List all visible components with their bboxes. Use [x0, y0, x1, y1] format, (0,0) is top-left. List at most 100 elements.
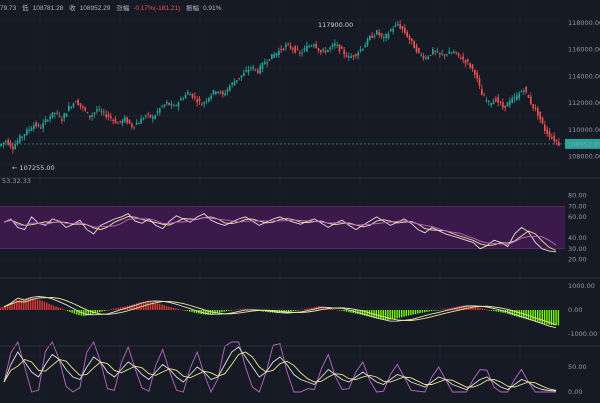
candle-body: [411, 38, 413, 42]
macd-histogram-bar: [536, 310, 539, 322]
candle-body: [369, 35, 371, 41]
macd-histogram-bar: [490, 310, 493, 311]
macd-histogram-bar: [417, 310, 419, 314]
macd-histogram-bar: [228, 310, 230, 311]
candle-body: [126, 117, 128, 123]
macd-histogram-bar: [495, 310, 497, 312]
candle-body: [247, 69, 250, 73]
macd-histogram-bar: [71, 310, 73, 313]
trading-chart: 79.73 低 108781.28 收 108952.29 涨幅 -0.17%(-18…: [0, 0, 600, 403]
candle-body: [215, 91, 217, 95]
candle-body: [23, 134, 26, 137]
candle-body: [261, 62, 264, 70]
macd-histogram-bar: [380, 310, 382, 320]
macd-histogram-bar: [483, 309, 486, 310]
macd-histogram-bar: [191, 310, 193, 313]
candle-body: [341, 46, 343, 49]
candle-body: [19, 135, 21, 143]
candle-body: [359, 49, 362, 52]
macd-histogram-bar: [0, 307, 2, 310]
candle-body: [308, 46, 310, 48]
candle-body: [352, 55, 355, 57]
candle-body: [201, 104, 203, 106]
macd-histogram-bar: [539, 310, 541, 323]
candle-body: [236, 80, 238, 82]
kdj-axis-tick: 50.00: [568, 363, 587, 371]
macd-histogram-bar: [304, 309, 306, 310]
candle-body: [128, 119, 131, 124]
price-axis-tick: 118000.00: [568, 19, 600, 27]
rsi-axis-tick: 40.00: [568, 234, 587, 242]
candle-body: [70, 107, 72, 109]
candle-body: [513, 97, 516, 99]
candle-body: [121, 119, 124, 124]
macd-histogram-bar: [306, 308, 308, 310]
candle-body: [152, 116, 154, 119]
macd-histogram-bar: [39, 300, 41, 310]
candle-body: [205, 100, 208, 102]
candle-body: [380, 33, 383, 36]
macd-histogram-bar: [34, 298, 36, 310]
candle-body: [520, 91, 523, 93]
candle-body: [483, 95, 485, 97]
candle-body: [166, 102, 168, 104]
candle-body: [516, 95, 518, 101]
candle-body: [156, 111, 159, 113]
candle-body: [42, 122, 44, 129]
candle-body: [343, 49, 345, 55]
candle-body: [266, 62, 268, 64]
candle-body: [93, 112, 96, 115]
kdj-axis-tick: 0.00: [568, 388, 582, 396]
candle-body: [44, 119, 47, 123]
candle-body: [58, 115, 61, 117]
candle-body: [208, 97, 210, 102]
candle-body: [222, 91, 224, 95]
macd-histogram-bar: [543, 310, 546, 324]
macd-histogram-bar: [400, 310, 403, 318]
candle-body: [289, 45, 292, 49]
candle-body: [98, 109, 100, 111]
macd-histogram-bar: [391, 310, 394, 320]
candle-body: [184, 94, 187, 99]
candle-body: [530, 96, 532, 105]
candle-body: [495, 98, 497, 102]
candle-body: [490, 103, 492, 106]
candle-body: [5, 141, 7, 143]
candle-body: [198, 98, 201, 102]
candle-body: [439, 52, 441, 55]
candle-body: [481, 88, 483, 96]
candle-body: [355, 54, 357, 57]
macd-histogram-bar: [59, 308, 62, 310]
macd-histogram-bar: [433, 310, 435, 311]
candle-body: [492, 101, 495, 105]
candle-body: [145, 115, 147, 117]
macd-histogram-bar: [237, 309, 239, 310]
price-axis-tick: 110000.00: [568, 126, 600, 134]
candle-body: [476, 72, 478, 79]
macd-histogram-bar: [497, 310, 500, 312]
candle-body: [68, 105, 70, 112]
candle-body: [457, 52, 460, 56]
macd-histogram-bar: [55, 306, 57, 310]
macd-histogram-bar: [172, 307, 175, 310]
macd-histogram-bar: [64, 310, 66, 311]
macd-axis-tick: -1000.00: [568, 330, 597, 338]
macd-histogram-bar: [555, 310, 557, 326]
candle-body: [441, 53, 443, 55]
candle-body: [250, 67, 252, 69]
candle-body: [404, 27, 406, 33]
chart-canvas[interactable]: 108952.29 117900.00 ← 107255.00 118000.00 11…: [0, 0, 600, 403]
candle-body: [40, 127, 42, 129]
candle-body: [327, 49, 329, 52]
macd-histogram-bar: [403, 310, 405, 317]
candle-body: [219, 91, 222, 93]
macd-histogram-bar: [428, 310, 431, 312]
candle-body: [245, 70, 247, 72]
macd-histogram-bar: [294, 310, 297, 311]
candle-body: [394, 25, 397, 27]
macd-histogram-bar: [239, 309, 242, 310]
candle-body: [37, 124, 40, 126]
macd-histogram-bar: [46, 302, 48, 310]
macd-histogram-bar: [527, 310, 530, 320]
candle-body: [231, 82, 233, 85]
